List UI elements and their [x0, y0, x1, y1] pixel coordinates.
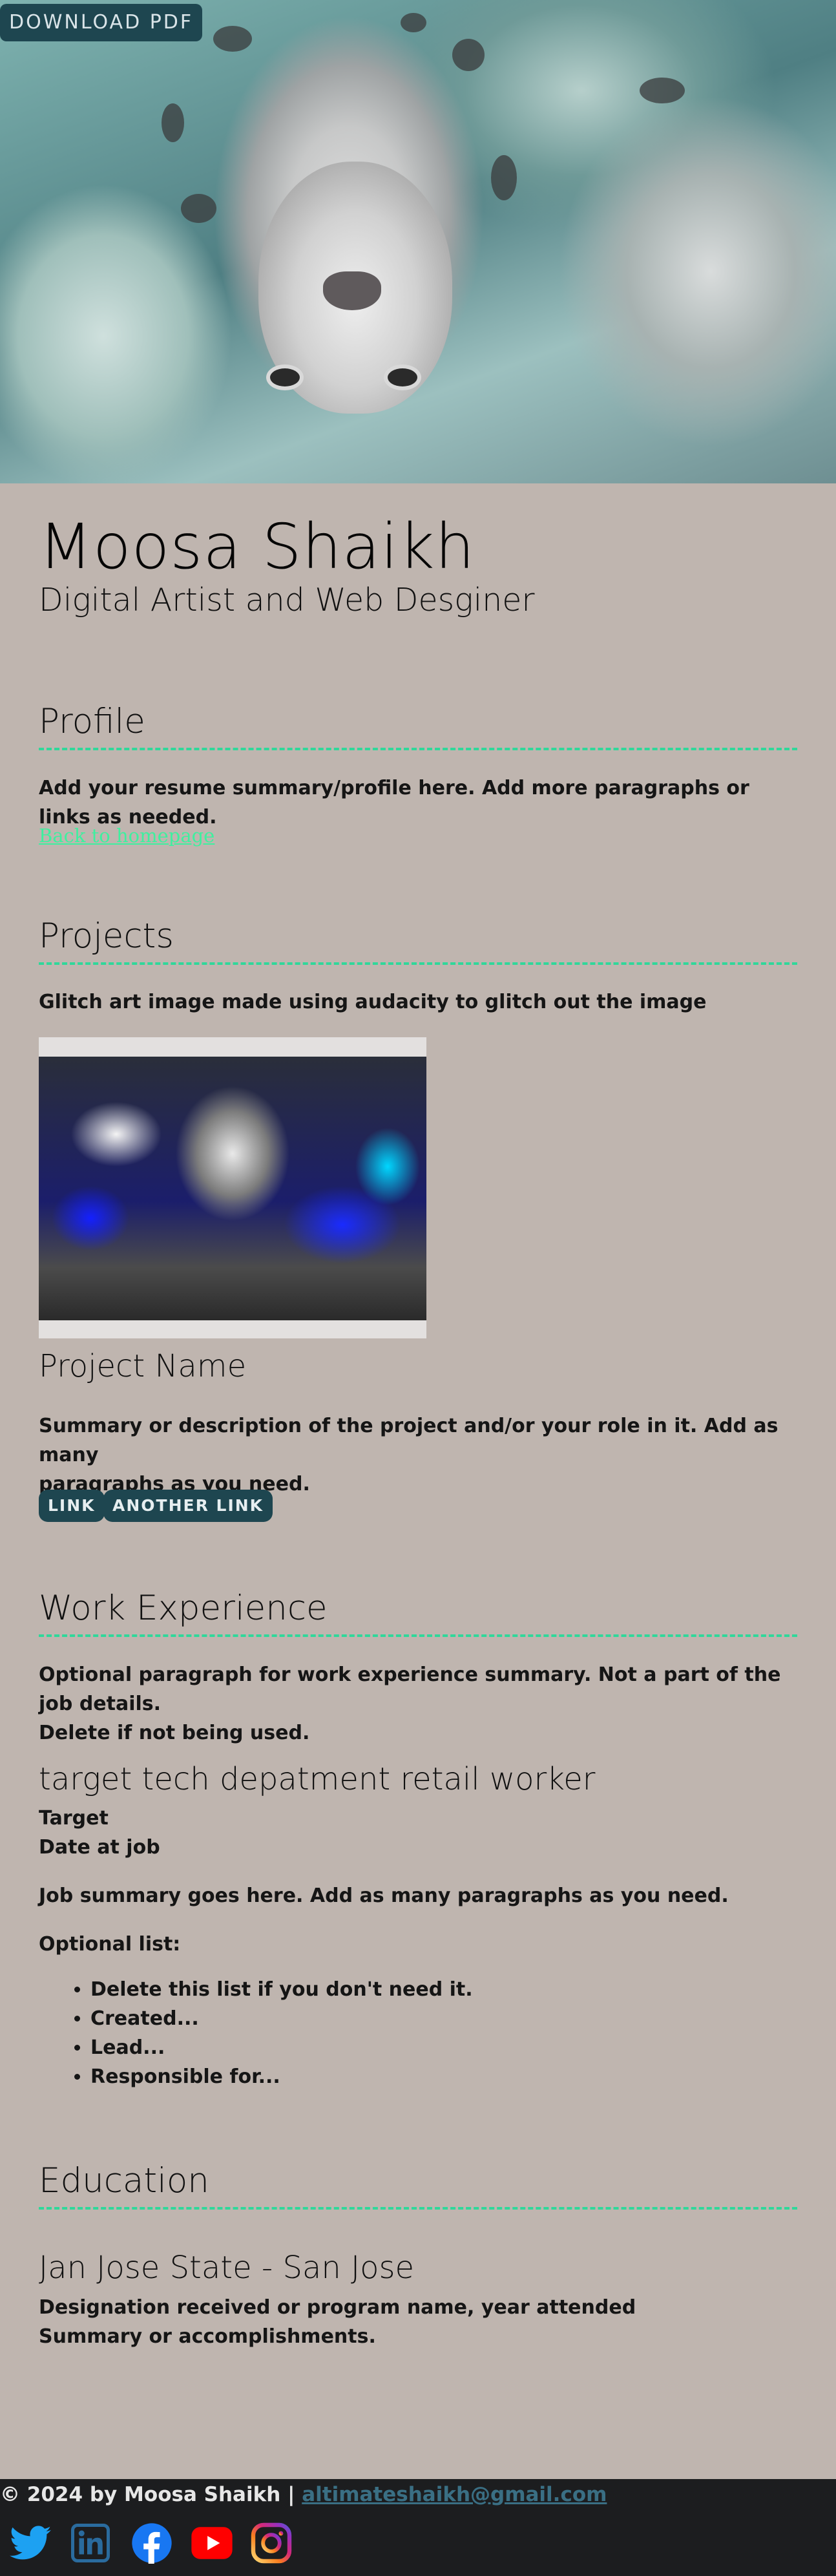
project-link-button[interactable]: LINK — [39, 1490, 105, 1522]
hero-image: DOWNLOAD PDF — [0, 0, 836, 483]
instagram-icon[interactable] — [249, 2520, 294, 2566]
list-item: Created... — [90, 2004, 473, 2033]
email-link[interactable]: altimateshaikh@gmail.com — [302, 2483, 607, 2506]
copyright: © 2024 by Moosa Shaikh | altimateshaikh@… — [0, 2479, 607, 2510]
work-experience-heading: Work Experience — [39, 1589, 797, 1637]
project-image-caption: Glitch art image made using audacity to … — [39, 991, 707, 1013]
profile-heading: Profile — [39, 702, 797, 750]
work-summary: Optional paragraph for work experience s… — [39, 1663, 781, 1744]
job-company: Target — [39, 1807, 109, 1830]
education-accomplishments: Summary or accomplishments. — [39, 2325, 376, 2348]
project-name: Project Name — [39, 1348, 247, 1384]
twitter-icon[interactable] — [8, 2520, 53, 2566]
profile-text: Add your resume summary/profile here. Ad… — [39, 777, 749, 829]
page-title: Moosa Shaikh — [39, 511, 475, 583]
optional-list: Delete this list if you don't need it. C… — [39, 1975, 473, 2091]
project-summary: Summary or description of the project an… — [39, 1415, 779, 1495]
project-another-link-button[interactable]: ANOTHER LINK — [103, 1490, 273, 1522]
facebook-icon[interactable] — [129, 2520, 174, 2566]
education-designation: Designation received or program name, ye… — [39, 2296, 636, 2319]
footer: © 2024 by Moosa Shaikh | altimateshaikh@… — [0, 2479, 836, 2576]
projects-heading: Projects — [39, 916, 797, 965]
tagline: Digital Artist and Web Desginer — [39, 582, 535, 618]
list-item: Lead... — [90, 2033, 473, 2062]
project-image — [39, 1037, 426, 1338]
list-item: Responsible for... — [90, 2062, 473, 2091]
back-to-homepage-link[interactable]: Back to homepage — [39, 825, 214, 847]
school-name: Jan Jose State - San Jose — [39, 2250, 415, 2286]
copyright-text: © 2024 by Moosa Shaikh | — [0, 2483, 295, 2506]
education-heading: Education — [39, 2161, 797, 2210]
job-summary: Job summary goes here. Add as many parag… — [39, 1884, 729, 1907]
job-title: target tech depatment retail worker — [39, 1761, 596, 1797]
job-date: Date at job — [39, 1836, 160, 1859]
youtube-icon[interactable] — [189, 2520, 235, 2566]
optional-list-label: Optional list: — [39, 1933, 181, 1956]
list-item: Delete this list if you don't need it. — [90, 1975, 473, 2004]
download-pdf-button[interactable]: DOWNLOAD PDF — [0, 4, 203, 41]
linkedin-icon[interactable] — [68, 2520, 113, 2566]
